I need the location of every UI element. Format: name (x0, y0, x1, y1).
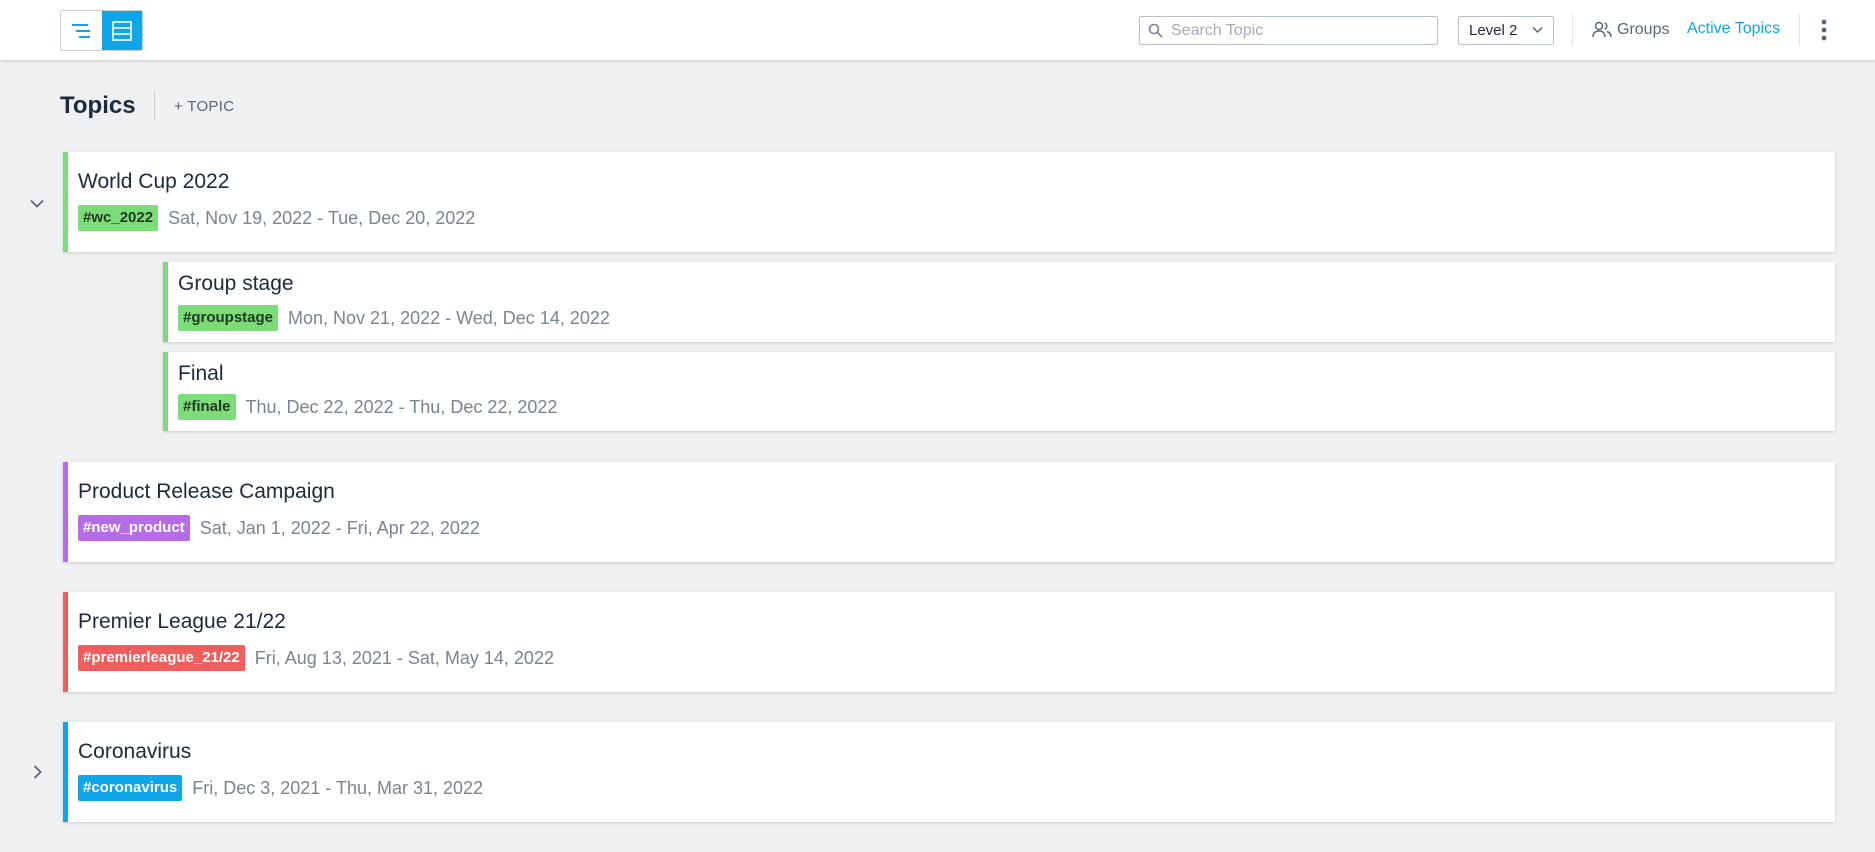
topic-dates: Sat, Jan 1, 2022 - Fri, Apr 22, 2022 (199, 517, 480, 538)
search-box (1139, 16, 1438, 45)
tree-view-button[interactable] (61, 11, 102, 50)
subtopic-name: Final (178, 362, 224, 385)
page-title: Topics (60, 92, 136, 119)
topic-meta: #new_product Sat, Jan 1, 2022 - Fri, Apr… (78, 515, 480, 541)
topic-meta: #coronavirus Fri, Dec 3, 2021 - Thu, Mar… (78, 775, 483, 801)
subtopic-dates: Mon, Nov 21, 2022 - Wed, Dec 14, 2022 (288, 307, 610, 328)
top-bar: Level 2 Groups Active Topics (0, 0, 1875, 60)
chevron-down-icon (30, 199, 44, 208)
subtopic-tag: #groupstage (178, 305, 279, 331)
topic-card[interactable]: Product Release Campaign #new_product Sa… (63, 462, 1835, 562)
level-select-value: Level 2 (1469, 22, 1518, 39)
groups-link[interactable]: Groups (1592, 18, 1669, 42)
groups-label: Groups (1617, 21, 1670, 38)
add-topic-button[interactable]: + TOPIC (174, 98, 234, 115)
expand-topic-toggle[interactable] (28, 763, 46, 781)
chevron-down-icon (1532, 26, 1543, 34)
topic-tag: #premierleague_21/22 (78, 645, 245, 671)
subtopic-meta: #groupstage Mon, Nov 21, 2022 - Wed, Dec… (178, 305, 610, 331)
topic-tag: #new_product (78, 515, 190, 541)
users-icon (1592, 21, 1612, 38)
divider (1799, 14, 1800, 46)
subtopic-meta: #finale Thu, Dec 22, 2022 - Thu, Dec 22,… (178, 394, 557, 420)
topic-dates: Sat, Nov 19, 2022 - Tue, Dec 20, 2022 (168, 207, 476, 228)
tree-list-icon (72, 23, 91, 38)
topic-meta: #premierleague_21/22 Fri, Aug 13, 2021 -… (78, 645, 554, 671)
subtopic-name: Group stage (178, 272, 294, 295)
more-vertical-icon (1821, 19, 1827, 41)
topic-name: Coronavirus (78, 740, 192, 763)
collapse-topic-toggle[interactable] (28, 194, 46, 212)
topic-dates: Fri, Aug 13, 2021 - Sat, May 14, 2022 (254, 647, 554, 668)
subtopic-dates: Thu, Dec 22, 2022 - Thu, Dec 22, 2022 (245, 396, 558, 417)
search-input[interactable] (1171, 21, 1421, 40)
list-view-button[interactable] (101, 11, 142, 50)
subtopic-tag: #finale (178, 394, 236, 420)
subtopic-card[interactable]: Group stage #groupstage Mon, Nov 21, 202… (163, 262, 1835, 342)
chevron-right-icon (33, 765, 42, 779)
topic-name: World Cup 2022 (78, 170, 230, 193)
topic-card[interactable]: Premier League 21/22 #premierleague_21/2… (63, 592, 1835, 692)
search-icon (1148, 23, 1163, 38)
topic-card[interactable]: World Cup 2022 #wc_2022 Sat, Nov 19, 202… (63, 152, 1835, 252)
topic-meta: #wc_2022 Sat, Nov 19, 2022 - Tue, Dec 20… (78, 205, 475, 231)
view-toggle (60, 10, 143, 51)
title-divider (154, 91, 155, 121)
topic-name: Premier League 21/22 (78, 610, 286, 633)
list-rows-icon (111, 20, 132, 41)
level-select[interactable]: Level 2 (1458, 16, 1554, 45)
topic-name: Product Release Campaign (78, 480, 335, 503)
subtopic-card[interactable]: Final #finale Thu, Dec 22, 2022 - Thu, D… (163, 352, 1835, 431)
divider (1572, 14, 1573, 46)
active-topics-link[interactable]: Active Topics (1687, 20, 1780, 38)
more-options-button[interactable] (1812, 16, 1836, 44)
topic-dates: Fri, Dec 3, 2021 - Thu, Mar 31, 2022 (192, 777, 484, 798)
topic-tag: #coronavirus (78, 775, 183, 801)
topic-card[interactable]: Coronavirus #coronavirus Fri, Dec 3, 202… (63, 722, 1835, 822)
topic-tag: #wc_2022 (78, 205, 159, 231)
